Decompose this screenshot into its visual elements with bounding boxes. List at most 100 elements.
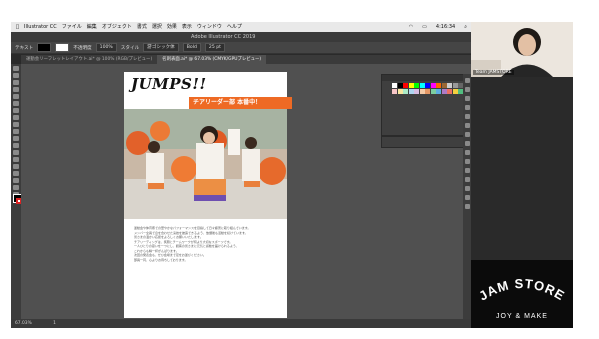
color-swatch[interactable] [403,89,408,94]
zoom-level[interactable]: 67.03% [15,321,32,326]
color-swatch[interactable] [441,83,447,88]
symbols-panel-icon[interactable] [464,105,470,110]
menu-file[interactable]: ファイル [62,22,82,32]
menu-effect[interactable]: 効果 [167,22,177,32]
color-swatch[interactable] [436,89,441,94]
gradient-panel-icon[interactable] [464,123,470,128]
character-panel-icon[interactable] [464,195,470,200]
opacity-field[interactable]: 100% [95,43,117,52]
logo-line-1: JAM STORE [476,276,567,304]
color-swatch[interactable] [392,83,397,88]
brush-tool-icon[interactable] [13,115,19,120]
rectangle-tool-icon[interactable] [13,108,19,113]
shape-builder-tool-icon[interactable] [13,157,19,162]
selection-tool-icon[interactable] [13,66,19,71]
blend-tool-icon[interactable] [13,178,19,183]
tab-document-2[interactable]: 名刺表面.ai* @ 67.03% (CMYK/GPUプレビュー) [157,55,267,64]
panel-dock [463,74,471,319]
type-tool-icon[interactable] [13,94,19,99]
color-swatch[interactable] [447,89,452,94]
cheerleader-photo[interactable] [124,109,287,219]
color-swatch[interactable] [425,83,430,88]
menu-type[interactable]: 書式 [137,22,147,32]
cheerleader-photo-art [124,109,287,219]
rotate-tool-icon[interactable] [13,136,19,141]
menu-select[interactable]: 選択 [152,22,162,32]
color-swatch[interactable] [447,83,452,88]
logo-line-2: JOY & MAKE [496,313,548,320]
color-swatch[interactable] [430,83,436,88]
fill-swatch[interactable] [37,43,52,52]
color-swatch[interactable] [397,83,403,88]
stroke-panel-icon[interactable] [464,114,470,119]
menu-window[interactable]: ウィンドウ [197,22,222,32]
color-swatch[interactable] [425,89,430,94]
color-swatch[interactable] [392,89,397,94]
font-size-field[interactable]: 25 pt [204,43,225,52]
stroke-swatch[interactable] [55,43,70,52]
artboard-number[interactable]: 1 [53,321,56,326]
color-swatch[interactable] [408,83,414,88]
font-name-select[interactable]: 游ゴシック体 [143,43,179,52]
menu-edit[interactable]: 編集 [87,22,97,32]
color-swatch[interactable] [436,83,441,88]
color-swatch[interactable] [452,89,458,94]
style-label: スタイル [120,45,140,51]
color-swatch[interactable] [441,89,447,94]
transparency-panel-icon[interactable] [464,132,470,137]
body-text-block[interactable]: 運動会や体育祭での華やかなパフォーマンスを目指して日々練習に取り組んでいます。 … [134,226,280,262]
swatches-panel-header[interactable] [382,75,471,81]
artboard[interactable]: JUMPS!! チアリーダー部 本番中！ 運動会や体育祭での華やかなパフォーマン… [124,72,292,318]
color-swatch[interactable] [414,83,419,88]
gradient-tool-icon[interactable] [13,164,19,169]
pencil-tool-icon[interactable] [13,122,19,127]
line-tool-icon[interactable] [13,101,19,106]
hand-tool-icon[interactable] [13,185,19,190]
color-swatch[interactable] [419,89,425,94]
color-swatch[interactable] [419,83,425,88]
brushes-panel-icon[interactable] [464,96,470,101]
paragraph-panel-icon[interactable] [464,204,470,209]
orange-banner[interactable]: チアリーダー部 本番中！ [189,97,292,109]
screen:  Illustrator CC ファイル 編集 オブジェクト 書式 選択 効果… [11,22,573,328]
app-menu-name[interactable]: Illustrator CC [24,22,57,32]
wifi-icon[interactable]: ◠ [409,22,413,32]
svg-text:JAM STORE: JAM STORE [476,276,568,304]
menu-view[interactable]: 表示 [182,22,192,32]
pathfinder-panel-icon[interactable] [464,177,470,182]
apple-icon[interactable]:  [16,22,19,32]
swatches-panel-icon[interactable] [464,87,470,92]
tab-document-1[interactable]: 運動会リーフレットレイアウト.ai* @ 100% (RGB/プレビュー) [21,55,157,64]
swatches-panel [381,74,472,136]
eraser-tool-icon[interactable] [13,129,19,134]
character-panel[interactable] [381,136,470,148]
width-tool-icon[interactable] [13,150,19,155]
magic-wand-tool-icon[interactable] [13,80,19,85]
search-icon[interactable]: ⌕ [464,22,467,32]
color-swatch[interactable] [452,83,458,88]
direct-selection-tool-icon[interactable] [13,73,19,78]
battery-icon[interactable]: ▭ [422,22,427,32]
headline-text[interactable]: JUMPS!! [131,75,207,93]
color-swatch[interactable] [403,83,408,88]
color-swatch[interactable] [397,89,403,94]
color-swatch[interactable] [414,89,419,94]
webcam-person-art [471,22,573,77]
eyedropper-tool-icon[interactable] [13,171,19,176]
scale-tool-icon[interactable] [13,143,19,148]
menubar-status: ◠ ▭ 4:16:34 ⌕ [404,22,467,32]
menu-help[interactable]: ヘルプ [227,22,242,32]
layers-panel-icon[interactable] [464,150,470,155]
pen-tool-icon[interactable] [13,87,19,92]
color-panel-icon[interactable] [464,78,470,83]
color-swatch[interactable] [408,89,414,94]
font-style-select[interactable]: Bold [182,43,201,52]
appearance-panel-icon[interactable] [464,141,470,146]
transform-panel-icon[interactable] [464,186,470,191]
align-panel-icon[interactable] [464,168,470,173]
tools-panel [11,64,22,319]
opacity-label: 不透明度 [73,45,92,51]
artboards-panel-icon[interactable] [464,159,470,164]
color-swatch[interactable] [430,89,436,94]
menu-object[interactable]: オブジェクト [102,22,132,32]
